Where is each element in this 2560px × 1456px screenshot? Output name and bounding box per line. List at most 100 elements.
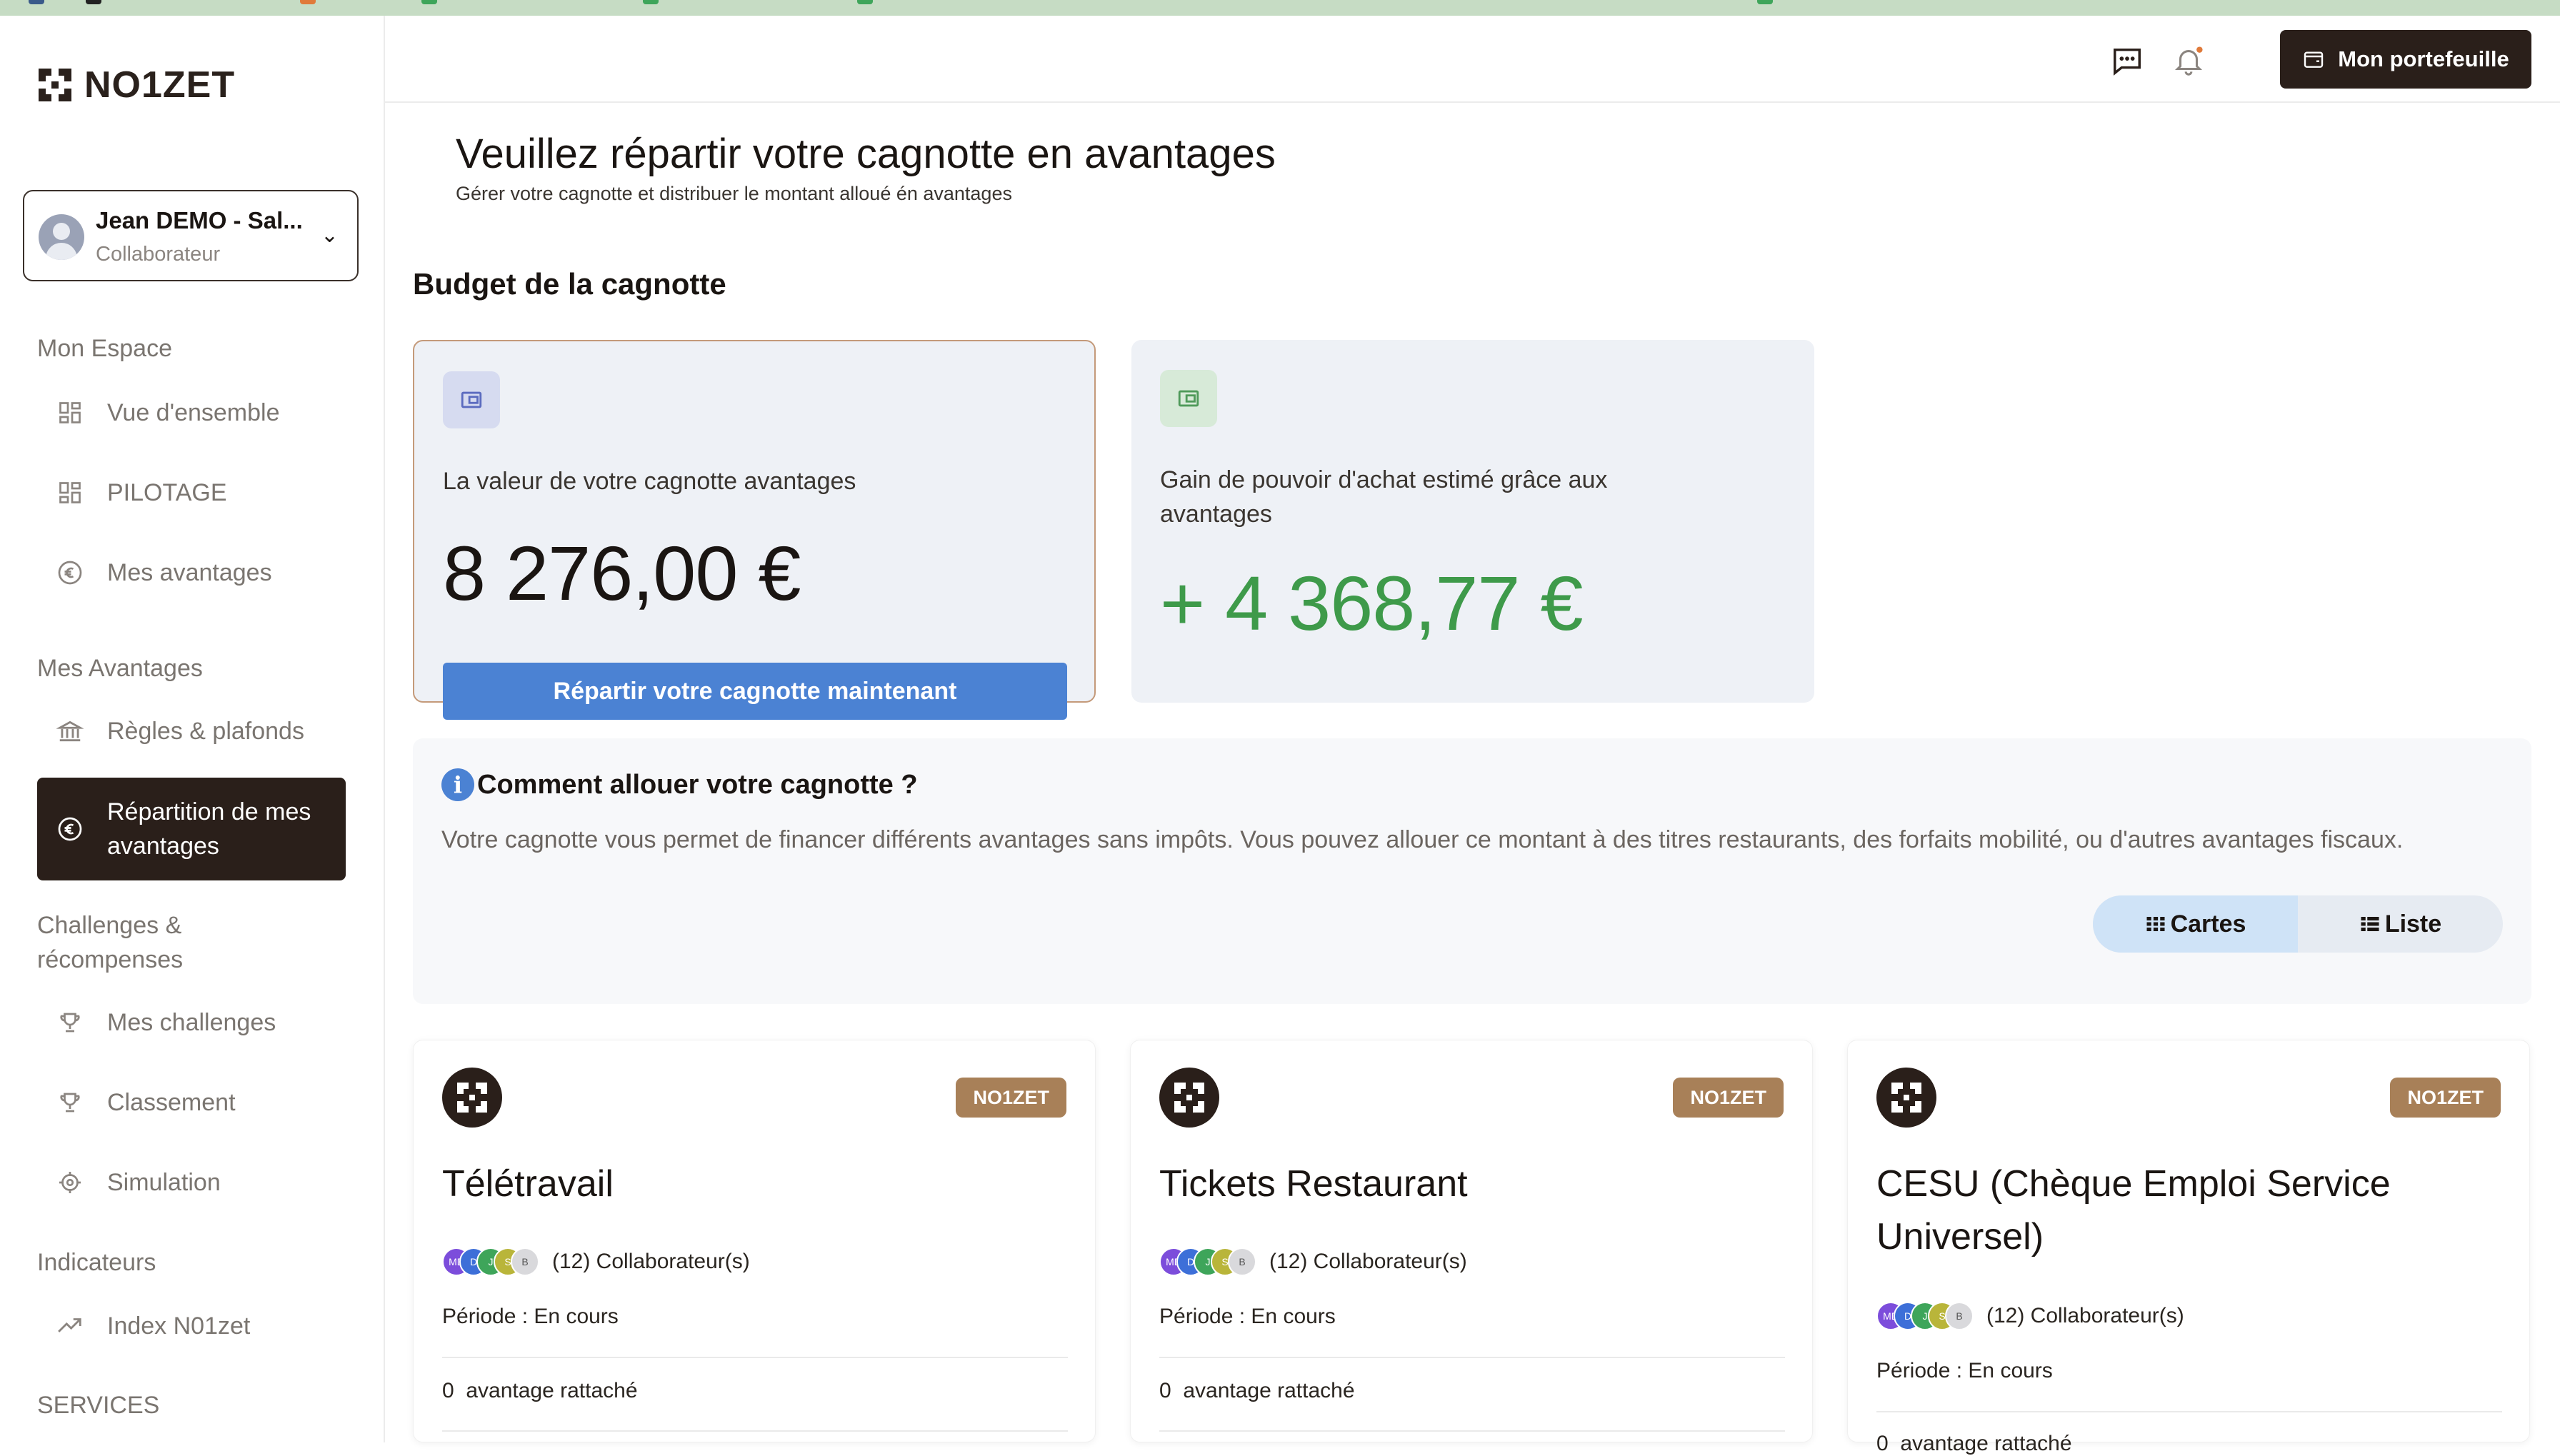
sidebar-item-repartition[interactable]: Répartition de mes avantages	[37, 778, 346, 880]
info-icon: i	[441, 768, 474, 801]
sidebar-item-label: Mes challenges	[107, 1009, 276, 1036]
sidebar-item-label: Mes avantages	[107, 559, 272, 586]
wallet-button[interactable]: Mon portefeuille	[2280, 30, 2531, 89]
avatar-group: MD D J S B	[1159, 1247, 1256, 1276]
avatar: B	[1228, 1247, 1256, 1276]
brand-logo-icon	[442, 1068, 502, 1128]
advantage-title: Tickets Restaurant	[1159, 1163, 1468, 1205]
sidebar-item-label: Index N01zet	[107, 1312, 251, 1340]
sidebar-item-label: Règles & plafonds	[107, 718, 304, 745]
view-toggle: Cartes Liste	[2093, 895, 2503, 953]
page-title: Veuillez répartir votre cagnotte en avan…	[456, 131, 1276, 177]
grid-icon	[54, 477, 86, 508]
grid-icon	[2146, 917, 2165, 931]
euro-icon	[54, 557, 86, 588]
collaborators-row: MD D J S B (12) Collaborateur(s)	[1876, 1302, 2184, 1330]
attached-label: avantage rattaché	[466, 1379, 638, 1402]
period: Période : En cours	[442, 1305, 619, 1328]
divider	[442, 1357, 1068, 1358]
section-services: SERVICES	[37, 1392, 160, 1419]
sidebar-item-pilotage[interactable]: PILOTAGE	[37, 464, 346, 521]
bank-icon	[54, 716, 86, 747]
logo-text: NO1ZET	[84, 64, 236, 106]
period: Période : En cours	[1159, 1305, 1336, 1328]
howto-title: i Comment allouer votre cagnotte ?	[441, 768, 918, 801]
logo-mark-icon	[39, 69, 71, 101]
advantage-card[interactable]: NO1ZET CESU (Chèque Emploi Service Unive…	[1847, 1040, 2530, 1455]
sidebar: NO1ZET Jean DEMO - Sal... Collaborateur …	[0, 16, 385, 1442]
attached-count: 0	[1159, 1379, 1171, 1402]
attached-count: 0	[442, 1379, 454, 1402]
avatar	[39, 214, 84, 260]
section-mes-avantages: Mes Avantages	[37, 655, 203, 682]
sidebar-item-label: Répartition de mes avantages	[107, 798, 311, 860]
sidebar-item-regles-plafonds[interactable]: Règles & plafonds	[37, 703, 346, 760]
advantage-title: CESU (Chèque Emploi Service Universel)	[1876, 1163, 2391, 1257]
period: Période : En cours	[1876, 1359, 2053, 1382]
cagnotte-value: 8 276,00 €	[443, 530, 801, 616]
wallet-icon	[1160, 370, 1217, 427]
sidebar-item-simulation[interactable]: Simulation	[37, 1154, 346, 1211]
attached-advantages: 0 avantage rattaché	[1159, 1379, 1355, 1403]
browser-bookmark-strip	[0, 0, 2560, 16]
sidebar-item-label: Simulation	[107, 1169, 221, 1196]
avatar-group: MD D J S B	[1876, 1302, 1974, 1330]
sidebar-item-label: Classement	[107, 1089, 236, 1116]
attached-count: 0	[1876, 1432, 1889, 1455]
bell-icon[interactable]	[2172, 44, 2205, 77]
divider	[1159, 1357, 1785, 1358]
avatar: B	[511, 1247, 539, 1276]
howto-title-text: Comment allouer votre cagnotte ?	[477, 769, 918, 800]
repartir-button[interactable]: Répartir votre cagnotte maintenant	[443, 663, 1067, 720]
divider	[1159, 1430, 1785, 1432]
wallet-button-label: Mon portefeuille	[2338, 46, 2509, 71]
attached-label: avantage rattaché	[1900, 1432, 2072, 1455]
sidebar-item-label: Vue d'ensemble	[107, 399, 280, 426]
divider	[1876, 1411, 2502, 1412]
view-list-button[interactable]: Liste	[2298, 895, 2503, 953]
target-icon	[54, 1167, 86, 1198]
wallet-icon	[443, 371, 500, 428]
sidebar-item-classement[interactable]: Classement	[37, 1074, 346, 1131]
page-subtitle: Gérer votre cagnotte et distribuer le mo…	[456, 183, 1012, 204]
brand-logo-icon	[1876, 1068, 1936, 1128]
collaborators-count: (12) Collaborateur(s)	[552, 1250, 750, 1273]
collaborators-count: (12) Collaborateur(s)	[1269, 1250, 1467, 1273]
advantage-title: Télétravail	[442, 1163, 614, 1205]
provider-badge: NO1ZET	[956, 1078, 1066, 1118]
sidebar-item-mes-challenges[interactable]: Mes challenges	[37, 994, 346, 1051]
trophy-icon	[54, 1087, 86, 1118]
wallet-icon	[2304, 51, 2324, 68]
chevron-down-icon: ⌄	[320, 224, 339, 247]
view-list-label: Liste	[2384, 910, 2442, 938]
gain-label: Gain de pouvoir d'achat estimé grâce aux…	[1160, 466, 1608, 528]
gain-value: + 4 368,77 €	[1160, 560, 1584, 646]
chat-icon[interactable]	[2111, 44, 2144, 77]
sidebar-item-index[interactable]: Index N01zet	[37, 1297, 346, 1355]
section-mon-espace: Mon Espace	[37, 335, 172, 362]
provider-badge: NO1ZET	[1673, 1078, 1784, 1118]
trend-up-icon	[54, 1310, 86, 1342]
attached-advantages: 0 avantage rattaché	[1876, 1432, 2072, 1456]
howto-body: Votre cagnotte vous permet de financer d…	[441, 826, 2404, 853]
avatar-group: MD D J S B	[442, 1247, 539, 1276]
user-switcher[interactable]: Jean DEMO - Sal... Collaborateur ⌄	[23, 190, 359, 281]
collaborators-row: MD D J S B (12) Collaborateur(s)	[1159, 1247, 1467, 1276]
advantage-card[interactable]: NO1ZET Télétravail MD D J S B (12) Colla…	[413, 1040, 1096, 1442]
user-role: Collaborateur	[96, 243, 221, 266]
top-header: Mon portefeuille	[385, 16, 2560, 103]
section-challenges: Challenges & récompenses	[37, 912, 184, 973]
howto-panel: i Comment allouer votre cagnotte ? Votre…	[413, 738, 2531, 1004]
cagnotte-card: La valeur de votre cagnotte avantages 8 …	[413, 340, 1096, 720]
budget-heading: Budget de la cagnotte	[413, 267, 726, 301]
logo[interactable]: NO1ZET	[36, 61, 235, 109]
view-cards-button[interactable]: Cartes	[2093, 895, 2298, 953]
sidebar-item-vue-ensemble[interactable]: Vue d'ensemble	[37, 384, 346, 441]
advantage-card[interactable]: NO1ZET Tickets Restaurant MD D J S B (12…	[1130, 1040, 1813, 1442]
grid-icon	[54, 397, 86, 428]
attached-label: avantage rattaché	[1183, 1379, 1355, 1402]
collaborators-row: MD D J S B (12) Collaborateur(s)	[442, 1247, 750, 1276]
gain-card: Gain de pouvoir d'achat estimé grâce aux…	[1131, 340, 1814, 703]
euro-icon	[54, 813, 86, 845]
sidebar-item-mes-avantages[interactable]: Mes avantages	[37, 544, 346, 601]
